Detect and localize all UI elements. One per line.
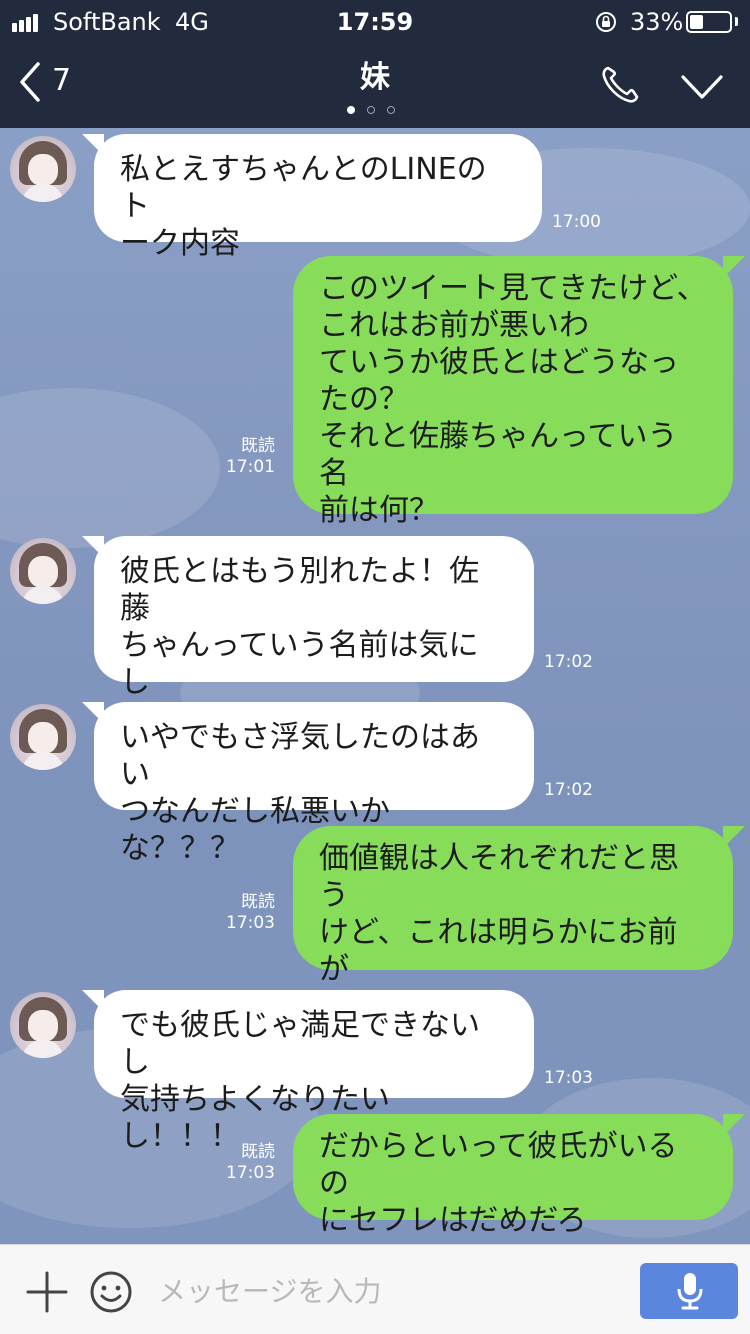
message-time: 17:00 [552, 212, 601, 232]
message-time: 17:03 [226, 913, 275, 933]
message-time: 17:03 [226, 1163, 275, 1183]
outgoing-message-bubble[interactable]: このツイート見てきたけど、 これはお前が悪いわ ていうか彼氏とはどうなっ たの？… [293, 256, 733, 528]
read-receipt: 既読 [241, 436, 275, 456]
message-time: 17:01 [226, 457, 275, 477]
battery-icon [686, 11, 732, 33]
rotation-lock-icon [596, 12, 616, 32]
message-meta: 17:00 [552, 212, 601, 233]
page-dot [367, 106, 375, 114]
incoming-message-bubble[interactable]: いやでもさ浮気したのはあい つなんだし私悪いかな？？？ [94, 702, 534, 866]
message-time: 17:02 [544, 780, 593, 800]
page-dot [387, 106, 395, 114]
message-time: 17:02 [544, 652, 593, 672]
message-input-bar [0, 1244, 750, 1334]
voice-message-button[interactable] [640, 1263, 738, 1319]
message-input[interactable] [158, 1267, 618, 1315]
sender-avatar[interactable] [10, 136, 76, 202]
outgoing-message-bubble[interactable]: だからといって彼氏がいるの にセフレはだめだろ [293, 1114, 733, 1238]
message-time: 17:03 [544, 1068, 593, 1088]
message-meta: 17:02 [544, 780, 593, 801]
read-receipt: 既読 [241, 892, 275, 912]
battery-percent: 33% [630, 8, 684, 36]
incoming-message-bubble[interactable]: 私とえすちゃんとのLINEのト ーク内容 [94, 134, 542, 261]
sender-avatar[interactable] [10, 538, 76, 604]
page-indicator [347, 106, 407, 116]
phone-icon[interactable] [598, 63, 642, 107]
message-meta: 既読 17:03 [223, 892, 275, 934]
chevron-down-icon[interactable] [680, 70, 724, 104]
smiley-icon[interactable] [88, 1269, 134, 1315]
message-meta: 17:03 [544, 1068, 593, 1089]
message-list[interactable]: 私とえすちゃんとのLINEのト ーク内容 17:00 このツイート見てきたけど、 こ… [0, 128, 750, 1244]
incoming-message-bubble[interactable]: 彼氏とはもう別れたよ！佐藤 ちゃんっていう名前は気にし ないで！ [94, 536, 534, 737]
message-meta: 既読 17:01 [223, 436, 275, 478]
outgoing-message-bubble[interactable]: 価値観は人それぞれだと思う けど、これは明らかにお前が 悪いと思うぞ [293, 826, 733, 1024]
sender-avatar[interactable] [10, 704, 76, 770]
page-dot [347, 106, 355, 114]
line-chat-screen: SoftBank 4G 17:59 33% 7 妹 私とえすちゃんとのLINEの… [0, 0, 750, 1334]
incoming-message-bubble[interactable]: でも彼氏じゃ満足できないし 気持ちよくなりたいし！！！ [94, 990, 534, 1154]
message-meta: 既読 17:03 [223, 1142, 275, 1184]
sender-avatar[interactable] [10, 992, 76, 1058]
header-bar: SoftBank 4G 17:59 33% 7 妹 [0, 0, 750, 128]
plus-icon[interactable] [24, 1269, 70, 1315]
message-meta: 17:02 [544, 652, 593, 673]
read-receipt: 既読 [241, 1142, 275, 1162]
microphone-icon [677, 1273, 703, 1310]
